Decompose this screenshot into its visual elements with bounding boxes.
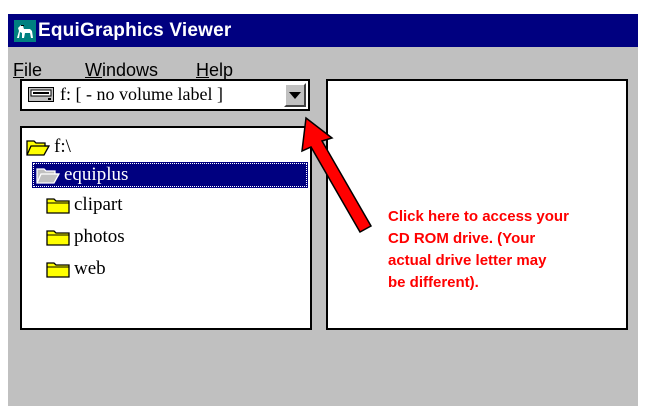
callout-line: actual drive letter may (388, 252, 547, 269)
callout-line: CD ROM drive. (Your (388, 230, 536, 247)
callout-line: Click here to access your (388, 208, 569, 225)
red-arrow-annotation (301, 116, 373, 234)
callout-line: be different). (388, 274, 479, 291)
callout-text: Click here to access your CD ROM drive. … (388, 206, 628, 294)
